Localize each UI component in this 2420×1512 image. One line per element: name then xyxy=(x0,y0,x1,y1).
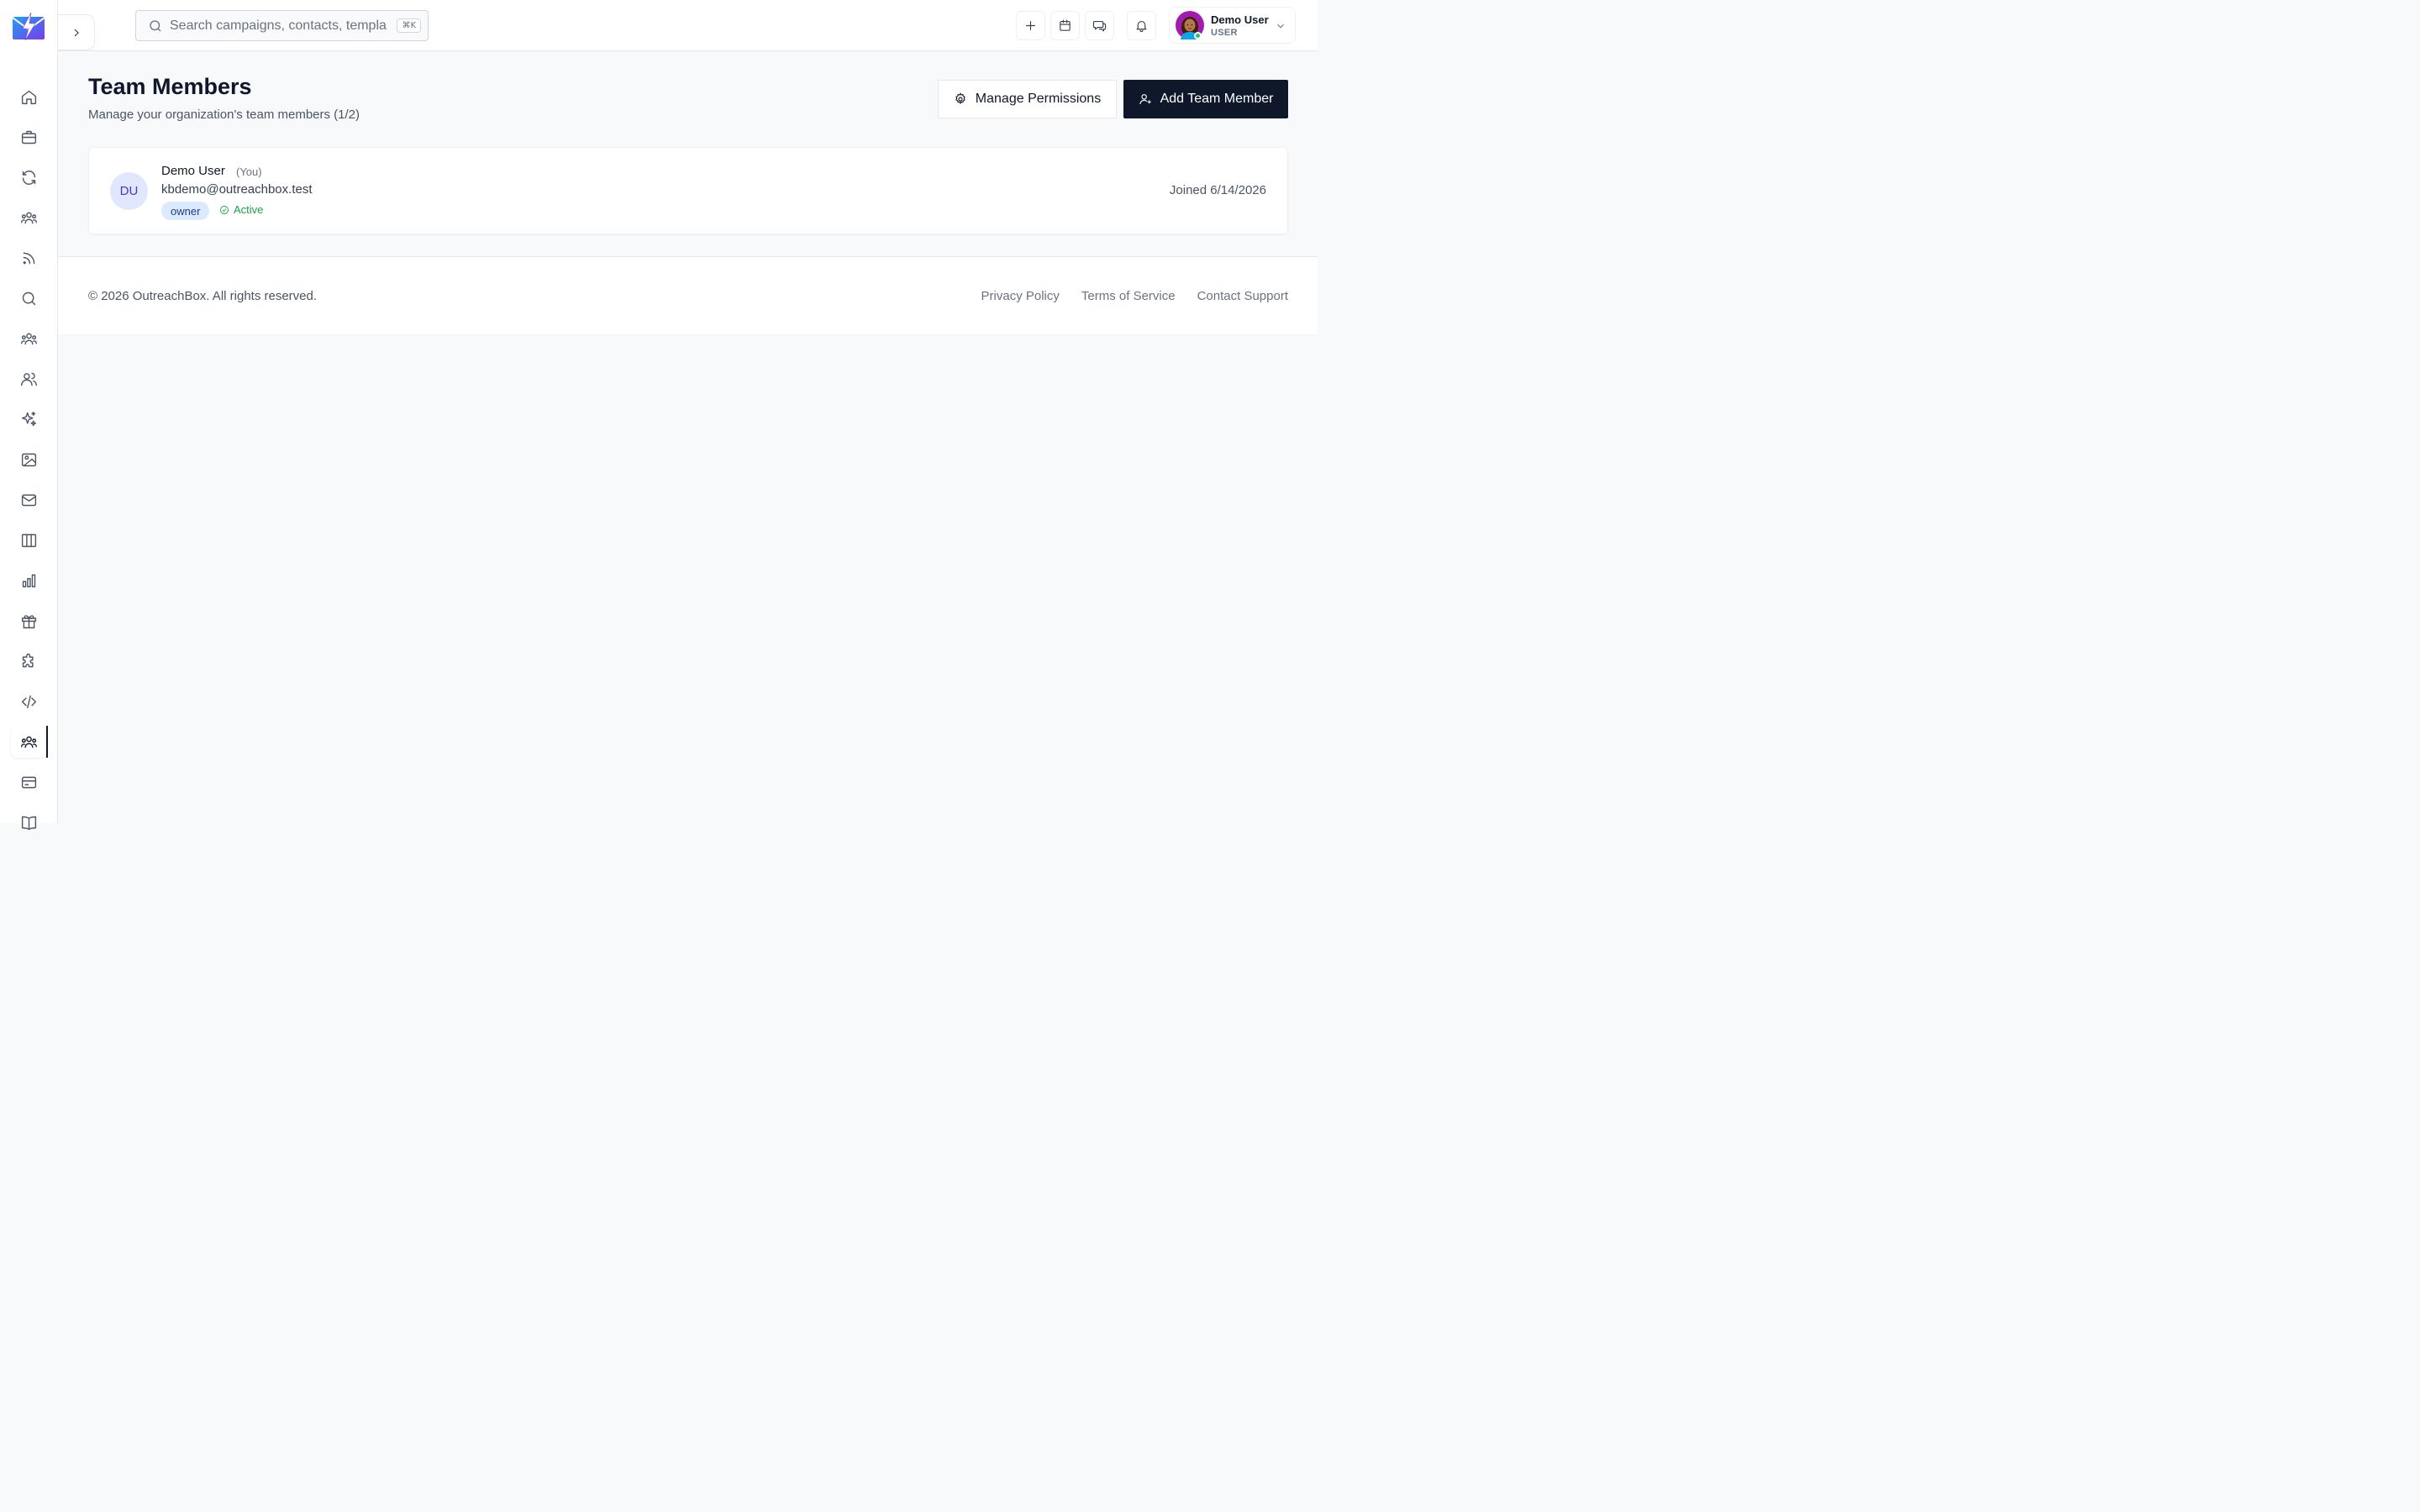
messages-button[interactable] xyxy=(1085,11,1114,40)
gift-icon xyxy=(21,615,37,628)
nav-media[interactable] xyxy=(11,444,47,475)
notifications-button[interactable] xyxy=(1127,11,1156,40)
refresh-icon xyxy=(22,170,36,185)
bell-icon xyxy=(1136,20,1147,33)
nav-feeds[interactable] xyxy=(11,242,47,274)
privacy-policy-link[interactable]: Privacy Policy xyxy=(981,289,1060,303)
add-team-member-label: Add Team Member xyxy=(1160,92,1274,106)
search-shortcut: ⌘K xyxy=(397,18,421,33)
page-title: Team Members xyxy=(88,74,252,99)
users-group-icon xyxy=(21,212,37,223)
nav-integrations[interactable] xyxy=(11,645,47,677)
active-indicator xyxy=(46,726,48,758)
member-avatar: DU xyxy=(110,172,148,210)
bar-chart-icon xyxy=(22,574,36,587)
nav-audiences[interactable] xyxy=(11,323,47,354)
user-menu[interactable]: Demo User USER xyxy=(1169,7,1296,44)
credit-card-icon xyxy=(21,776,37,788)
gear-icon xyxy=(955,92,965,105)
mail-icon xyxy=(21,494,37,506)
member-you-tag: (You) xyxy=(236,165,262,178)
nav-home[interactable] xyxy=(11,81,47,113)
nav-search[interactable] xyxy=(11,282,47,314)
users-icon xyxy=(21,372,37,386)
manage-permissions-label: Manage Permissions xyxy=(975,92,1102,106)
book-icon xyxy=(21,816,37,830)
member-role-badge: owner xyxy=(161,202,210,220)
member-email: kbdemo@outreachbox.test xyxy=(161,182,313,197)
nav-ai[interactable] xyxy=(11,403,47,435)
member-name: Demo User xyxy=(161,164,225,178)
nav-contacts[interactable] xyxy=(11,202,47,234)
messages-icon xyxy=(1092,20,1107,32)
nav-billing[interactable] xyxy=(11,766,47,798)
sparkles-icon xyxy=(21,411,37,426)
member-joined-date: Joined 6/14/2026 xyxy=(1169,183,1266,197)
home-icon xyxy=(21,90,37,104)
users-group-icon xyxy=(21,736,37,748)
global-search[interactable]: ⌘K xyxy=(135,10,429,41)
users-group-icon xyxy=(21,333,37,344)
columns-icon xyxy=(21,533,37,547)
footer: © 2026 OutreachBox. All rights reserved.… xyxy=(58,256,1318,334)
image-icon xyxy=(21,453,37,466)
team-member-card: DU Demo User (You) kbdemo@outreachbox.te… xyxy=(88,147,1288,234)
calendar-icon xyxy=(1060,19,1071,31)
chevron-down-icon xyxy=(1277,24,1284,29)
nav-rewards[interactable] xyxy=(11,605,47,637)
rss-icon xyxy=(23,252,35,264)
footer-links: Privacy Policy Terms of Service Contact … xyxy=(981,289,1288,303)
plus-icon xyxy=(1025,20,1036,31)
page-subtitle: Manage your organization's team members … xyxy=(88,108,360,122)
user-plus-icon xyxy=(1139,94,1151,105)
check-circle-icon xyxy=(220,205,229,214)
nav-users[interactable] xyxy=(11,363,47,395)
puzzle-icon xyxy=(22,653,34,667)
search-input[interactable] xyxy=(170,18,388,34)
member-status-label: Active xyxy=(234,203,264,216)
nav-sequences[interactable] xyxy=(11,161,47,193)
chevron-right-icon xyxy=(74,29,79,36)
nav-team[interactable] xyxy=(11,726,48,758)
nav-developer[interactable] xyxy=(11,685,47,717)
online-status-dot xyxy=(1194,32,1202,39)
user-name: Demo User xyxy=(1211,13,1269,26)
user-role: USER xyxy=(1211,27,1238,38)
user-avatar xyxy=(1176,11,1204,39)
nav-analytics[interactable] xyxy=(11,564,47,596)
sidebar-toggle-button[interactable] xyxy=(58,14,95,50)
add-team-member-button[interactable]: Add Team Member xyxy=(1123,80,1288,118)
search-icon xyxy=(150,19,161,31)
briefcase-icon xyxy=(21,130,37,144)
copyright-text: © 2026 OutreachBox. All rights reserved. xyxy=(88,289,318,303)
terms-of-service-link[interactable]: Terms of Service xyxy=(1081,289,1176,303)
search-icon xyxy=(22,291,36,305)
app-logo[interactable] xyxy=(12,12,45,41)
code-icon xyxy=(21,695,37,708)
top-bar: ⌘K Demo User USER xyxy=(58,0,1318,51)
nav-inbox[interactable] xyxy=(11,484,47,516)
sidebar xyxy=(0,0,58,830)
member-status: Active xyxy=(219,203,263,216)
nav-campaigns[interactable] xyxy=(11,121,47,153)
calendar-button[interactable] xyxy=(1050,11,1080,40)
nav-board[interactable] xyxy=(11,524,47,556)
create-button[interactable] xyxy=(1016,11,1045,40)
contact-support-link[interactable]: Contact Support xyxy=(1197,289,1288,303)
manage-permissions-button[interactable]: Manage Permissions xyxy=(938,80,1117,118)
nav-docs[interactable] xyxy=(11,806,47,838)
